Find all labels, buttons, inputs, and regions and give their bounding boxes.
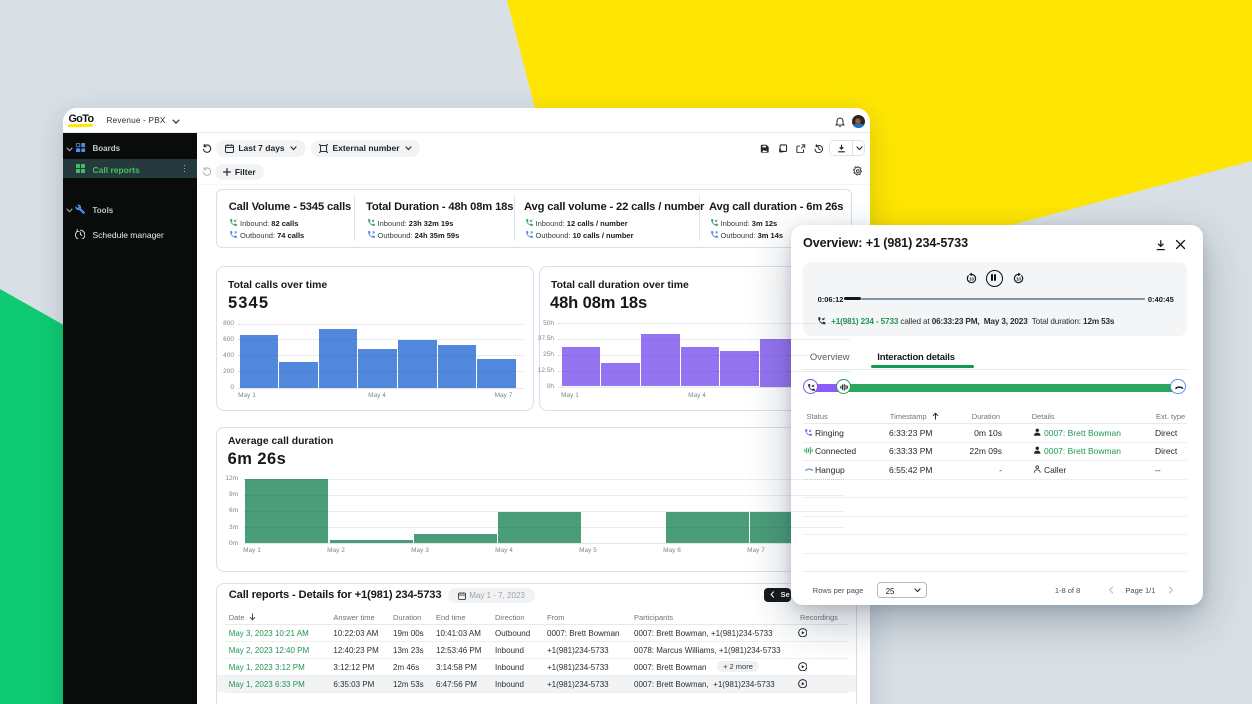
svg-text:10: 10 bbox=[1016, 276, 1021, 281]
svg-text:10: 10 bbox=[969, 276, 974, 281]
